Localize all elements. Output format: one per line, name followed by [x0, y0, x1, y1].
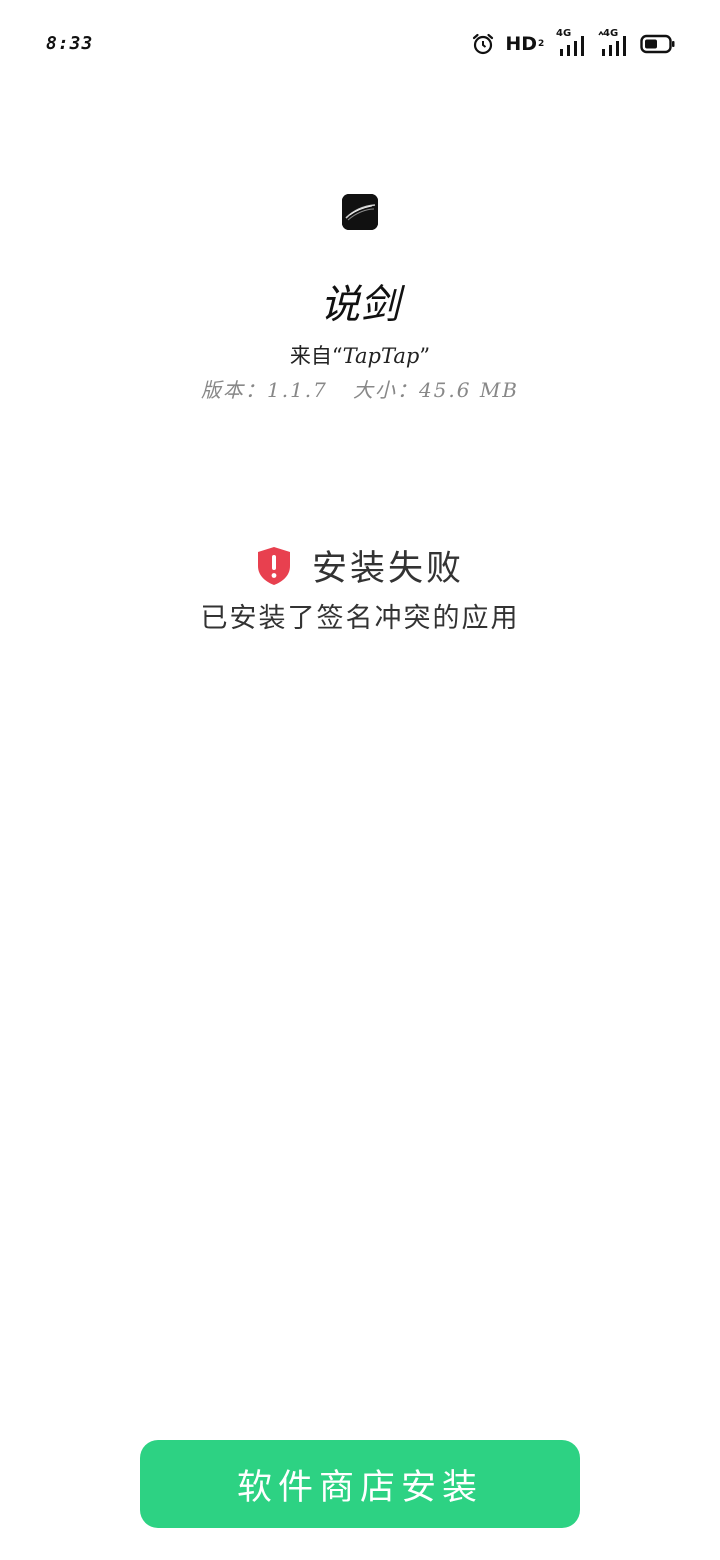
store-install-button[interactable]: 软件商店安装 [140, 1440, 580, 1528]
hd-sub: 2 [538, 38, 545, 49]
shield-alert-icon [257, 546, 290, 585]
app-meta: 版本：1.1.7 大小：45.6 MB [200, 378, 520, 402]
status-time: 8:33 [46, 33, 94, 54]
install-failed-title: 安装失败 [311, 549, 464, 589]
app-icon [342, 194, 378, 230]
alarm-icon [473, 33, 494, 55]
hd-voice-icon: HD 2 [505, 33, 546, 55]
app-source-suffix: ” [419, 344, 431, 368]
app-source-prefix: 来自“ [289, 344, 343, 368]
sim1-network-label: 4G [556, 28, 572, 39]
status-bar: 8:33 HD 2 4G 4G [0, 0, 720, 88]
sim2-network-label: 4G [603, 28, 619, 39]
app-source: 来自“TapTap” [0, 340, 720, 370]
signal-icon: 4G [598, 28, 630, 57]
status-icons: HD 2 4G 4G [471, 28, 676, 58]
install-failed-reason: 已安装了签名冲突的应用 [200, 603, 520, 634]
app-source-name: TapTap [342, 344, 420, 368]
app-name: 说剑 [320, 282, 400, 328]
signal-icon: 4G [556, 28, 588, 57]
sword-icon [342, 194, 378, 230]
install-result: 安装失败 [0, 540, 720, 591]
hd-label: HD [505, 33, 537, 55]
battery-icon [640, 34, 675, 54]
